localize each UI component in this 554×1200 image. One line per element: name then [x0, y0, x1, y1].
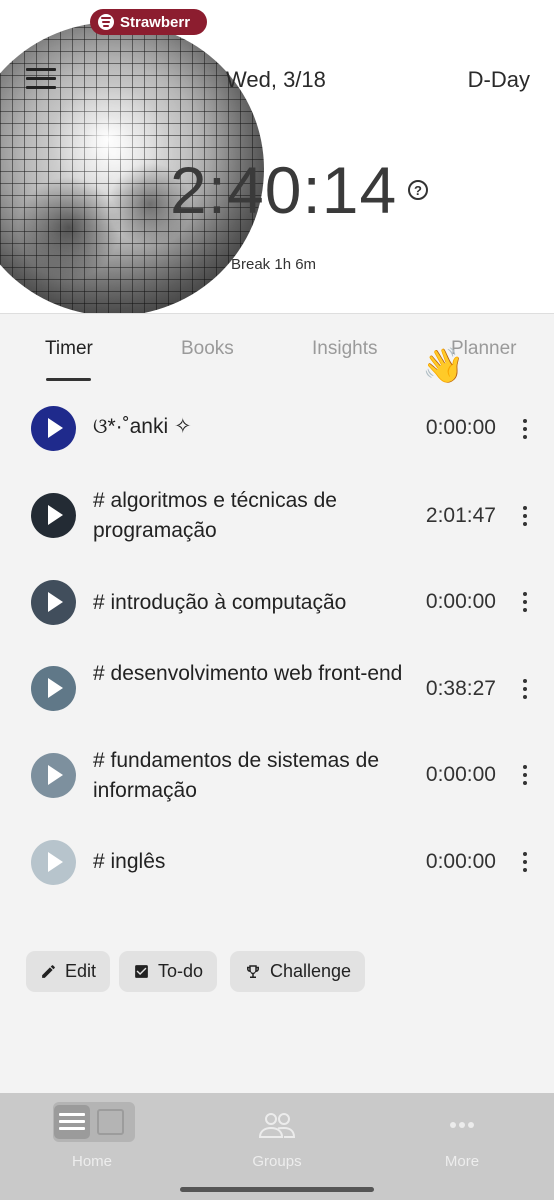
subject-name[interactable]: # algoritmos e técnicas de programação: [93, 486, 407, 546]
edit-button[interactable]: Edit: [26, 951, 111, 992]
tab-books[interactable]: Books: [181, 338, 234, 360]
nav-more-label: More: [444, 1153, 480, 1170]
spotify-icon: [98, 14, 114, 30]
more-options-icon[interactable]: [519, 506, 531, 526]
play-icon[interactable]: [31, 840, 76, 885]
nav-more[interactable]: More: [370, 1093, 554, 1188]
subject-time: 0:00:00: [425, 590, 496, 613]
tab-insights[interactable]: Insights: [312, 338, 377, 360]
play-icon[interactable]: [31, 753, 76, 798]
subject-name[interactable]: # fundamentos de sistemas de informação: [93, 746, 407, 806]
break-time: Break 1h 6m: [231, 256, 317, 273]
nav-home[interactable]: Home: [0, 1093, 184, 1188]
dday-button[interactable]: D-Day: [468, 67, 530, 93]
total-study-time: 2:40:14: [170, 153, 398, 227]
list-icon: [54, 1105, 90, 1139]
nav-groups[interactable]: Groups: [184, 1093, 370, 1188]
now-playing-pill[interactable]: Strawberr: [90, 9, 207, 35]
nav-home-label: Home: [71, 1153, 112, 1170]
help-icon[interactable]: ?: [408, 180, 428, 200]
more-options-icon[interactable]: [519, 679, 531, 699]
subject-time: 0:00:00: [425, 763, 496, 786]
tab-timer[interactable]: Timer: [45, 338, 93, 360]
header: Strawberr Wed, 3/18 D-Day 2:40:14 ? Brea…: [0, 0, 554, 314]
hamburger-menu-icon[interactable]: [26, 68, 56, 92]
more-options-icon[interactable]: [519, 765, 531, 785]
subject-name[interactable]: # introdução à computação: [93, 588, 407, 618]
subject-time: 0:00:00: [425, 416, 496, 439]
bottom-navigation: Home Groups More: [0, 1093, 554, 1200]
home-indicator[interactable]: [180, 1187, 374, 1192]
groups-icon: [258, 1113, 296, 1138]
date-label[interactable]: Wed, 3/18: [226, 67, 326, 93]
more-dots-icon: [450, 1122, 474, 1128]
calendar-icon[interactable]: [97, 1109, 124, 1135]
challenge-label: Challenge: [270, 961, 352, 981]
checkbox-icon: [135, 965, 148, 978]
todo-label: To-do: [158, 961, 204, 981]
subject-time: 2:01:47: [425, 504, 496, 527]
challenge-button[interactable]: Challenge: [230, 951, 366, 992]
more-options-icon[interactable]: [519, 852, 531, 872]
subject-time: 0:00:00: [425, 850, 496, 873]
subject-time: 0:38:27: [425, 677, 496, 700]
more-options-icon[interactable]: [519, 592, 531, 612]
more-options-icon[interactable]: [519, 419, 531, 439]
nav-groups-label: Groups: [252, 1153, 302, 1170]
pencil-icon: [42, 965, 55, 978]
play-icon[interactable]: [31, 580, 76, 625]
subject-name[interactable]: # desenvolvimento web front-end: [93, 659, 407, 689]
play-icon[interactable]: [31, 406, 76, 451]
subject-name[interactable]: ଓ*·˚anki ✧: [93, 412, 407, 442]
tab-bar: Timer Books Insights Planner 👋: [0, 314, 554, 385]
waving-hands-emoji: 👋: [422, 347, 465, 385]
now-playing-label: Strawberr: [120, 13, 191, 31]
play-icon[interactable]: [31, 493, 76, 538]
play-icon[interactable]: [31, 666, 76, 711]
subject-name[interactable]: # inglês: [93, 847, 407, 877]
todo-button[interactable]: To-do: [119, 951, 218, 992]
trophy-icon: [247, 964, 259, 978]
active-tab-indicator: [46, 378, 91, 381]
edit-label: Edit: [65, 961, 97, 981]
